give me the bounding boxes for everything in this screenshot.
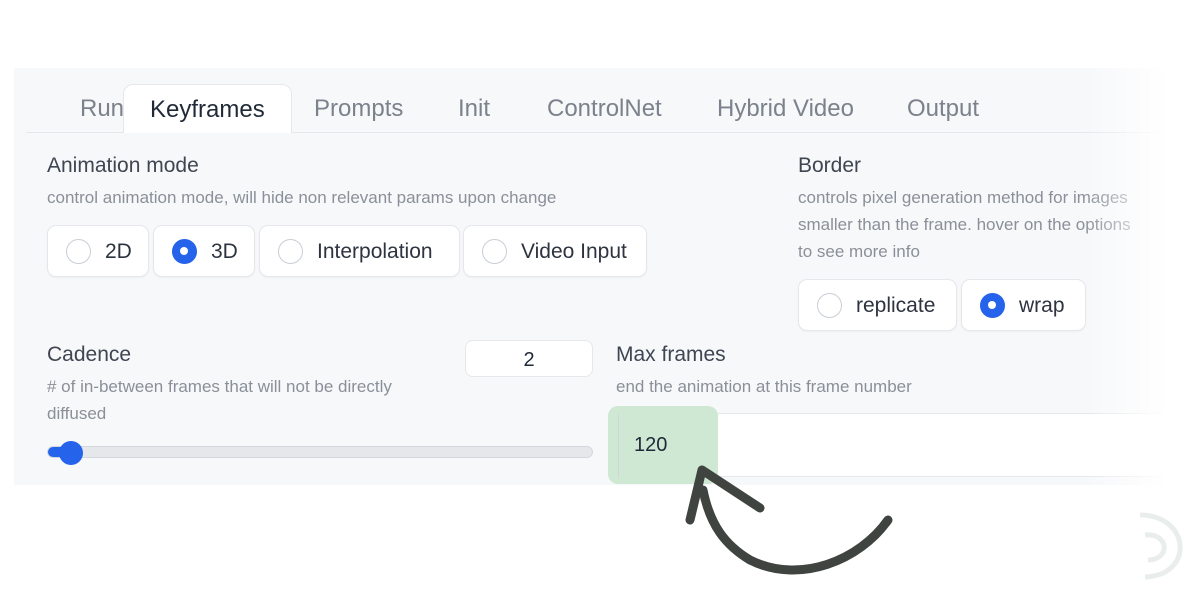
logo-watermark-icon [1139,512,1183,580]
tab-keyframes[interactable]: Keyframes [123,84,292,133]
